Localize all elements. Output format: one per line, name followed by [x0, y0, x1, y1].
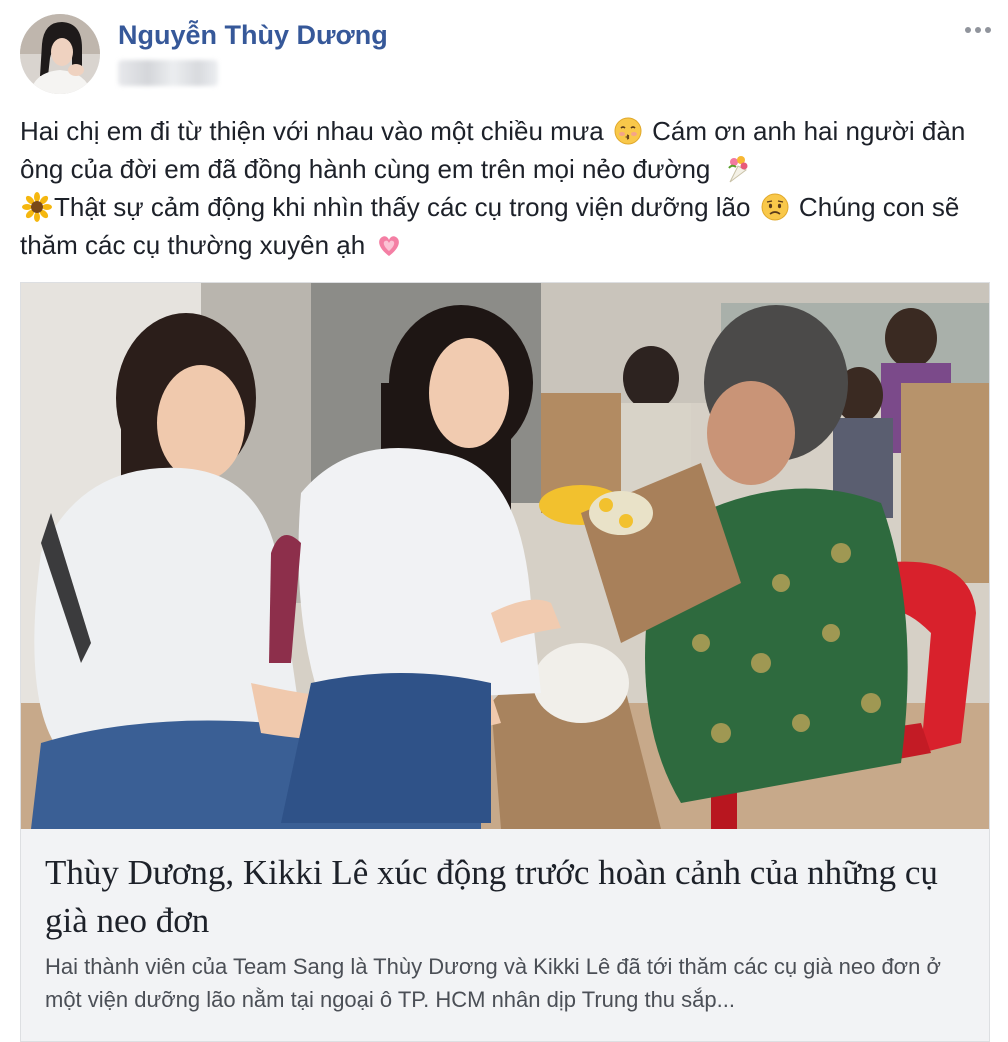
sunflower-icon	[22, 192, 52, 222]
feed-post: Nguyễn Thùy Dương Hai chị em đi từ thiện…	[0, 0, 1008, 1042]
author-avatar[interactable]	[20, 14, 100, 94]
more-options-button[interactable]	[962, 18, 994, 42]
post-text: Hai chị em đi từ thiện với nhau vào một …	[20, 112, 988, 264]
post-text-segment-1: Hai chị em đi từ thiện với nhau vào một …	[20, 116, 604, 146]
author-name[interactable]: Nguyễn Thùy Dương	[118, 20, 388, 51]
link-preview-image[interactable]	[21, 283, 989, 829]
link-photo	[21, 283, 989, 829]
shared-link-card[interactable]: Thùy Dương, Kikki Lê xúc động trước hoàn…	[20, 282, 990, 1042]
post-timestamp-blurred	[118, 60, 218, 86]
avatar-photo	[20, 14, 100, 94]
post-text-segment-3: Thật sự cảm động khi nhìn thấy các cụ tr…	[54, 192, 751, 222]
more-dots-icon	[965, 27, 991, 33]
link-description: Hai thành viên của Team Sang là Thùy Dươ…	[45, 954, 941, 1012]
kissing-face-icon	[614, 117, 642, 145]
worried-face-icon	[761, 193, 789, 221]
growing-heart-icon	[379, 236, 400, 256]
bouquet-icon	[727, 156, 748, 183]
link-title[interactable]: Thùy Dương, Kikki Lê xúc động trước hoàn…	[45, 849, 965, 945]
